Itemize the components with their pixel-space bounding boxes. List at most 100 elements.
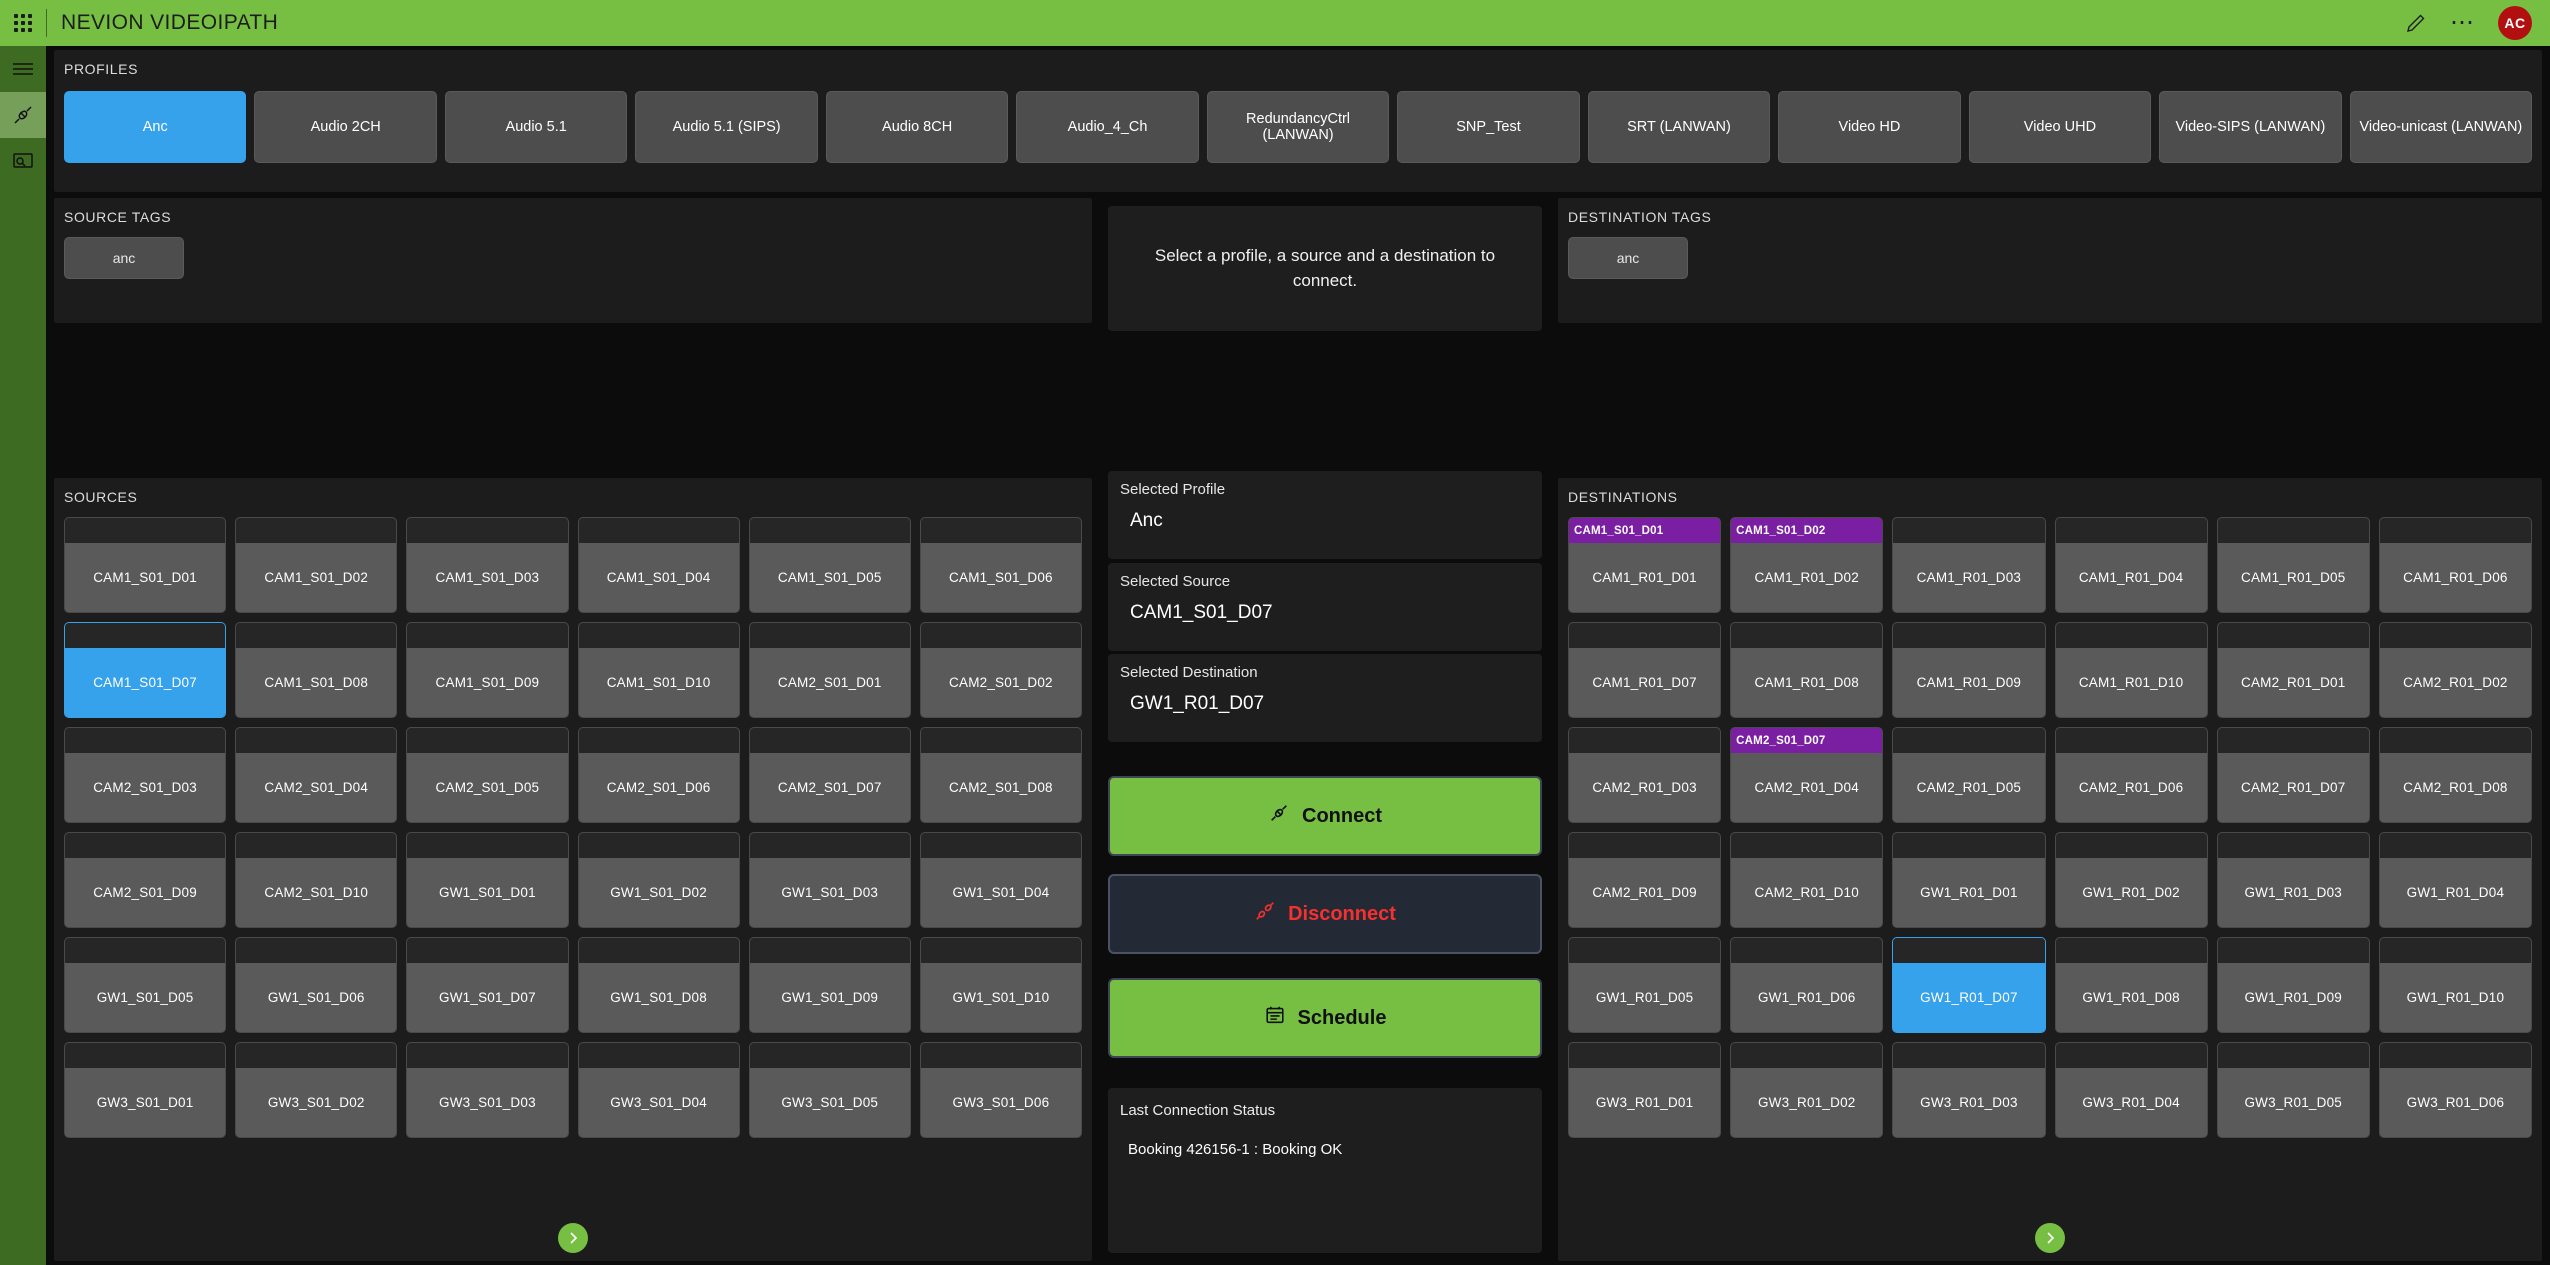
endpoint-tile[interactable]: CAM2_S01_D08 (919, 727, 1082, 823)
endpoint-tile[interactable]: CAM2_R01_D08 (2378, 727, 2532, 823)
endpoint-tile[interactable]: GW3_S01_D05 (748, 1042, 911, 1138)
endpoint-tile[interactable]: CAM1_S01_D02 (235, 517, 398, 613)
profile-tab[interactable]: Video-unicast (LANWAN) (2349, 91, 2533, 163)
endpoint-tile[interactable]: CAM1_S01_D08 (235, 622, 398, 718)
endpoint-tile[interactable]: GW1_R01_D08 (2054, 937, 2208, 1033)
endpoint-tile[interactable]: GW1_R01_D07 (1892, 937, 2046, 1033)
endpoint-tile[interactable]: CAM2_S01_D09 (64, 832, 227, 928)
endpoint-tile[interactable]: GW3_S01_D02 (235, 1042, 398, 1138)
endpoint-tile[interactable]: GW1_S01_D07 (406, 937, 569, 1033)
tag-chip[interactable]: anc (1568, 237, 1688, 279)
endpoint-tile[interactable]: GW1_S01_D04 (919, 832, 1082, 928)
endpoint-tile[interactable]: GW3_R01_D05 (2216, 1042, 2370, 1138)
menu-button[interactable] (0, 46, 46, 92)
endpoint-tile[interactable]: CAM1_R01_D04 (2054, 517, 2208, 613)
endpoint-tile[interactable]: GW1_R01_D10 (2378, 937, 2532, 1033)
endpoint-tile[interactable]: CAM2_S01_D06 (577, 727, 740, 823)
endpoint-tile[interactable]: GW1_R01_D03 (2216, 832, 2370, 928)
endpoint-tile[interactable]: CAM1_S01_D03 (406, 517, 569, 613)
endpoint-tile[interactable]: CAM1_R01_D06 (2378, 517, 2532, 613)
endpoint-tile[interactable]: GW3_R01_D02 (1730, 1042, 1884, 1138)
endpoint-tile[interactable]: GW1_S01_D02 (577, 832, 740, 928)
endpoint-tile[interactable]: CAM1_S01_D10 (577, 622, 740, 718)
endpoint-tile[interactable]: GW3_S01_D06 (919, 1042, 1082, 1138)
tag-chip[interactable]: anc (64, 237, 184, 279)
endpoint-tile[interactable]: CAM2_R01_D02 (2378, 622, 2532, 718)
endpoint-tile[interactable]: CAM2_S01_D04 (235, 727, 398, 823)
destinations-next-page-button[interactable] (2035, 1223, 2065, 1253)
endpoint-tile[interactable]: CAM2_S01_D10 (235, 832, 398, 928)
endpoint-tile[interactable]: CAM2_R01_D06 (2054, 727, 2208, 823)
endpoint-tile[interactable]: GW1_S01_D05 (64, 937, 227, 1033)
profile-tab[interactable]: Audio 5.1 (SIPS) (635, 91, 818, 163)
profile-tab[interactable]: Video-SIPS (LANWAN) (2159, 91, 2342, 163)
endpoint-tile[interactable]: CAM1_S01_D01 CAM1_R01_D01 (1568, 517, 1722, 613)
sidebar-item-monitor[interactable] (0, 138, 46, 184)
endpoint-tile[interactable]: CAM2_S01_D05 (406, 727, 569, 823)
endpoint-tile[interactable]: CAM1_R01_D09 (1892, 622, 2046, 718)
profile-tab[interactable]: Audio 8CH (825, 91, 1009, 163)
endpoint-tile[interactable]: CAM2_S01_D07 (748, 727, 911, 823)
sidebar-item-connections[interactable] (0, 92, 46, 138)
endpoint-tile[interactable]: GW3_R01_D03 (1892, 1042, 2046, 1138)
profile-tab[interactable]: Anc (64, 91, 247, 163)
sources-next-page-button[interactable] (558, 1223, 588, 1253)
profile-tab[interactable]: SNP_Test (1397, 91, 1580, 163)
connect-button[interactable]: Connect (1108, 776, 1542, 856)
endpoint-tile[interactable]: CAM1_S01_D09 (406, 622, 569, 718)
endpoint-tile[interactable]: GW3_R01_D04 (2054, 1042, 2208, 1138)
profile-tab[interactable]: Audio_4_Ch (1016, 91, 1199, 163)
endpoint-tile[interactable]: CAM1_R01_D07 (1568, 622, 1722, 718)
endpoint-tile[interactable]: GW1_R01_D09 (2216, 937, 2370, 1033)
endpoint-tile[interactable]: GW1_R01_D06 (1730, 937, 1884, 1033)
endpoint-tile[interactable]: CAM2_S01_D01 (748, 622, 911, 718)
profile-tab[interactable]: Video HD (1778, 91, 1961, 163)
endpoint-tile[interactable]: GW1_S01_D08 (577, 937, 740, 1033)
endpoint-tile[interactable]: CAM2_R01_D10 (1730, 832, 1884, 928)
endpoint-tile[interactable]: CAM1_S01_D02 CAM1_R01_D02 (1730, 517, 1884, 613)
endpoint-tile[interactable]: GW3_S01_D03 (406, 1042, 569, 1138)
endpoint-tile[interactable]: GW1_R01_D05 (1568, 937, 1722, 1033)
endpoint-tile[interactable]: CAM1_R01_D05 (2216, 517, 2370, 613)
profile-tab[interactable]: Audio 5.1 (444, 91, 628, 163)
endpoint-tile[interactable]: CAM2_R01_D07 (2216, 727, 2370, 823)
endpoint-tile[interactable]: GW1_R01_D04 (2378, 832, 2532, 928)
endpoint-tile[interactable]: GW1_S01_D03 (748, 832, 911, 928)
endpoint-tile[interactable]: GW3_S01_D01 (64, 1042, 227, 1138)
endpoint-tile[interactable]: CAM1_S01_D06 (919, 517, 1082, 613)
endpoint-tile-tag (65, 938, 226, 963)
endpoint-tile[interactable]: GW3_R01_D06 (2378, 1042, 2532, 1138)
endpoint-tile[interactable]: GW1_R01_D01 (1892, 832, 2046, 928)
endpoint-tile[interactable]: CAM1_S01_D04 (577, 517, 740, 613)
endpoint-tile[interactable]: CAM2_R01_D05 (1892, 727, 2046, 823)
endpoint-tile[interactable]: GW3_S01_D04 (577, 1042, 740, 1138)
endpoint-tile[interactable]: GW1_R01_D02 (2054, 832, 2208, 928)
schedule-button[interactable]: Schedule (1108, 978, 1542, 1058)
endpoint-tile[interactable]: GW3_R01_D01 (1568, 1042, 1722, 1138)
endpoint-tile[interactable]: CAM2_S01_D02 (919, 622, 1082, 718)
profile-tab[interactable]: Audio 2CH (254, 91, 437, 163)
endpoint-tile[interactable]: CAM2_S01_D07 CAM2_R01_D04 (1730, 727, 1884, 823)
endpoint-tile[interactable]: CAM1_R01_D10 (2054, 622, 2208, 718)
endpoint-tile[interactable]: GW1_S01_D01 (406, 832, 569, 928)
endpoint-tile[interactable]: CAM2_R01_D09 (1568, 832, 1722, 928)
endpoint-tile[interactable]: CAM2_S01_D03 (64, 727, 227, 823)
profile-tab[interactable]: SRT (LANWAN) (1587, 91, 1771, 163)
endpoint-tile[interactable]: CAM2_R01_D03 (1568, 727, 1722, 823)
endpoint-tile[interactable]: CAM1_S01_D05 (748, 517, 911, 613)
profile-tab[interactable]: RedundancyCtrl (LANWAN) (1206, 91, 1390, 163)
app-grid-icon[interactable] (0, 0, 46, 46)
pencil-icon[interactable] (2404, 11, 2428, 35)
disconnect-button[interactable]: Disconnect (1108, 874, 1542, 954)
more-options-icon[interactable]: ⋯ (2450, 11, 2476, 35)
endpoint-tile[interactable]: GW1_S01_D10 (919, 937, 1082, 1033)
endpoint-tile[interactable]: CAM1_S01_D01 (64, 517, 227, 613)
endpoint-tile[interactable]: CAM1_R01_D08 (1730, 622, 1884, 718)
endpoint-tile[interactable]: GW1_S01_D06 (235, 937, 398, 1033)
endpoint-tile[interactable]: CAM1_R01_D03 (1892, 517, 2046, 613)
avatar[interactable]: AC (2498, 6, 2532, 40)
endpoint-tile[interactable]: GW1_S01_D09 (748, 937, 911, 1033)
endpoint-tile[interactable]: CAM2_R01_D01 (2216, 622, 2370, 718)
endpoint-tile[interactable]: CAM1_S01_D07 (64, 622, 227, 718)
profile-tab[interactable]: Video UHD (1968, 91, 2152, 163)
